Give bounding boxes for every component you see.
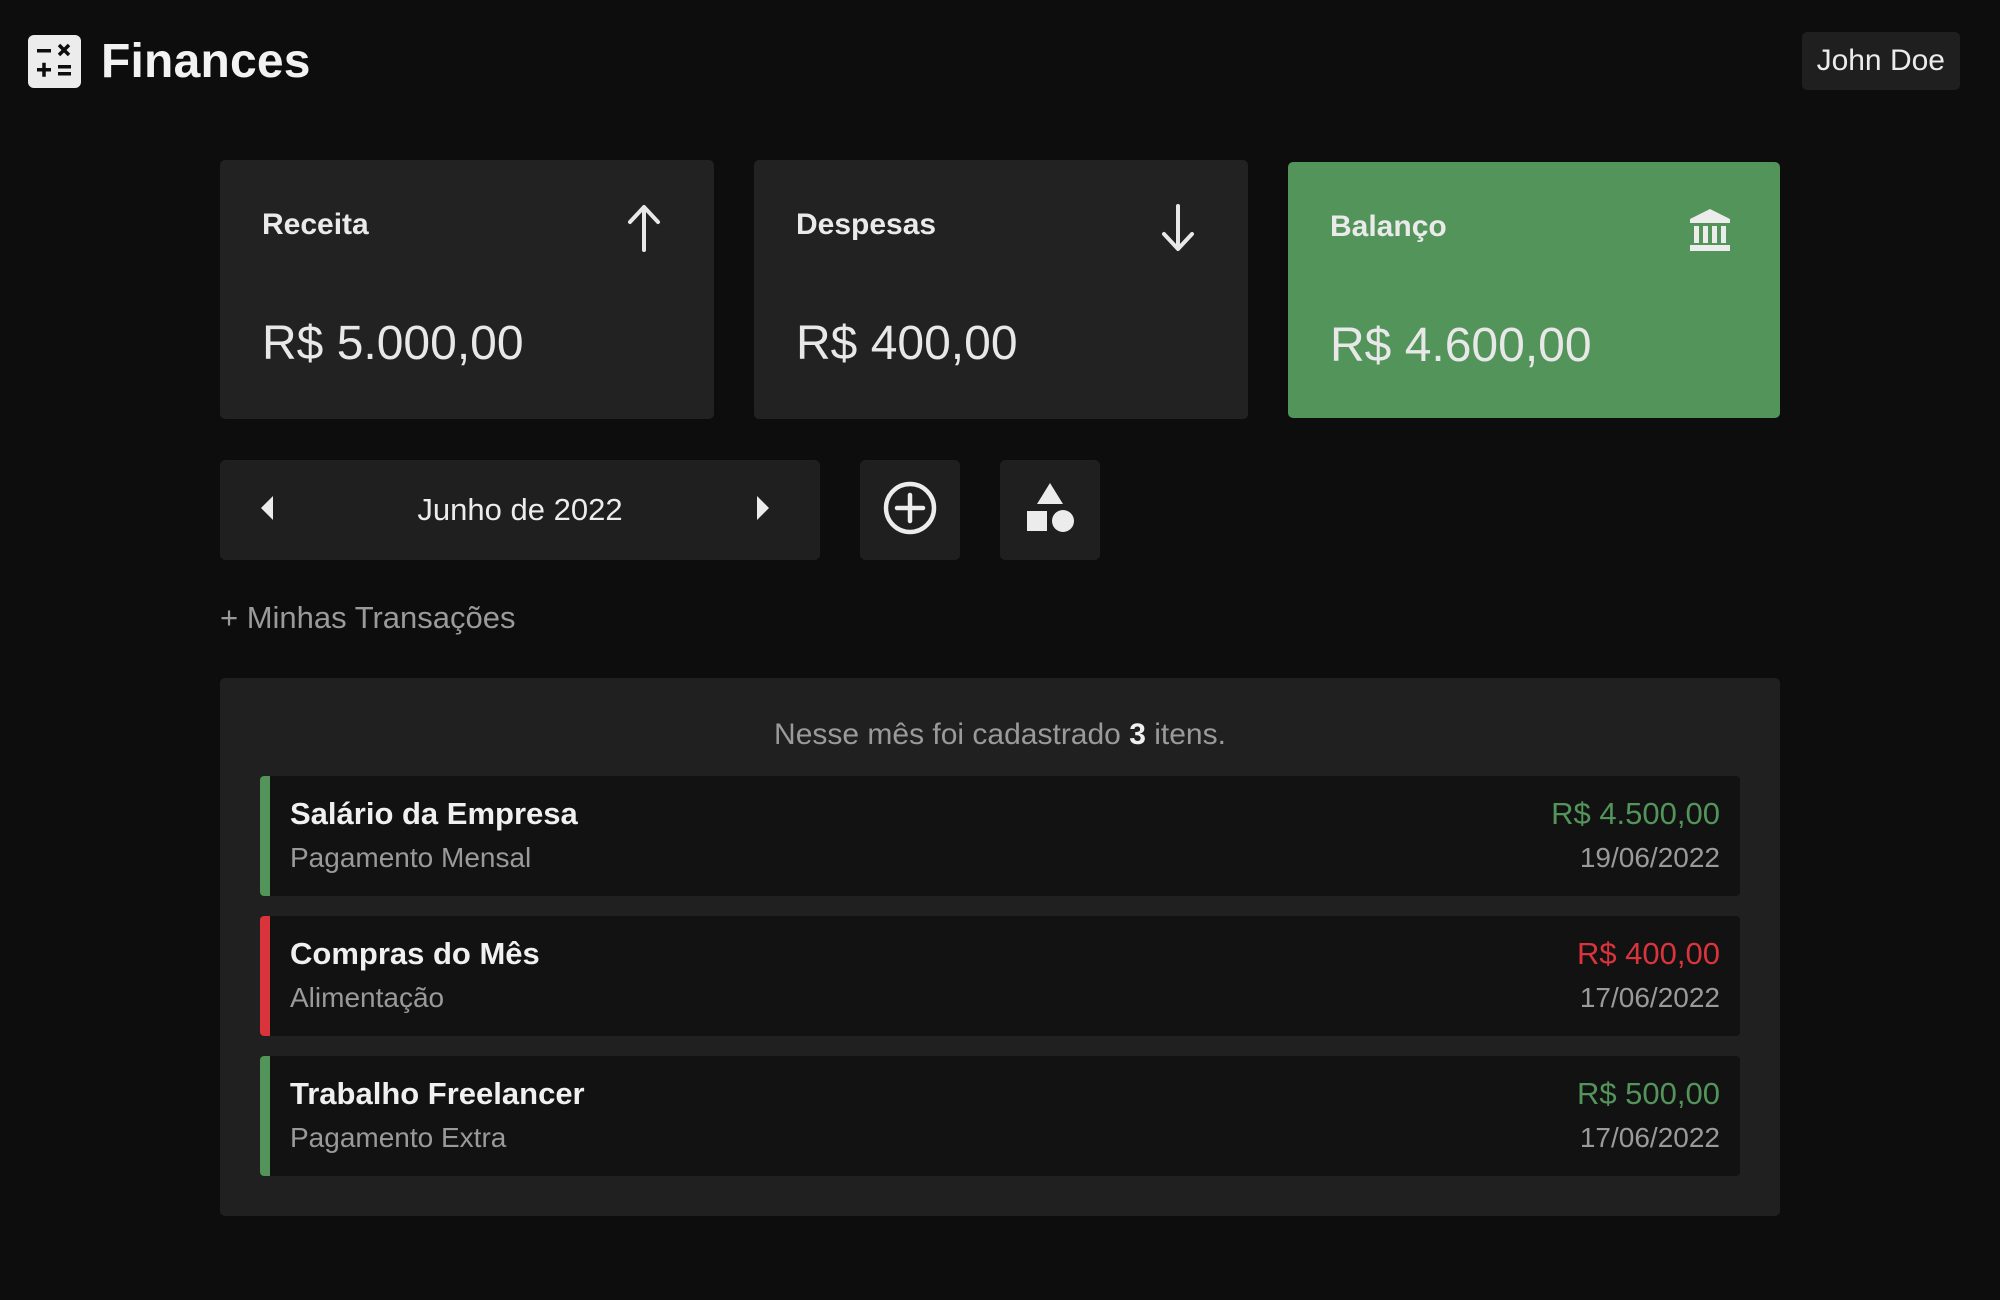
plus-circle-icon: [882, 480, 938, 541]
month-navigator: Junho de 2022: [220, 460, 820, 560]
transaction-category: Alimentação: [290, 982, 445, 1013]
brand[interactable]: Finances: [28, 34, 311, 89]
income-indicator: [260, 1056, 270, 1176]
user-menu-button[interactable]: John Doe: [1801, 32, 1960, 90]
transaction-date: 19/06/2022: [1579, 842, 1720, 873]
summary-prefix: Nesse mês foi cadastrado: [774, 718, 1121, 751]
balance-card: Balanço R$ 4.600,00: [1288, 162, 1780, 418]
transaction-title: Trabalho Freelancer: [290, 1076, 585, 1111]
summary-suffix: itens.: [1154, 718, 1226, 751]
caret-right-icon: [754, 494, 772, 527]
transactions-summary: Nesse mês foi cadastrado 3 itens.: [220, 718, 1780, 752]
shapes-icon: [1022, 480, 1078, 541]
transaction-item[interactable]: Trabalho Freelancer Pagamento Extra R$ 5…: [260, 1056, 1740, 1176]
next-month-button[interactable]: [728, 460, 798, 560]
app-title: Finances: [101, 35, 311, 88]
income-label: Receita: [262, 208, 369, 241]
transaction-date: 17/06/2022: [1579, 982, 1720, 1013]
balance-value: R$ 4.600,00: [1330, 319, 1592, 372]
transaction-item[interactable]: Compras do Mês Alimentação R$ 400,00 17/…: [260, 916, 1740, 1036]
expenses-label: Despesas: [796, 208, 937, 241]
transaction-title: Salário da Empresa: [290, 796, 578, 831]
calculator-icon: [28, 35, 81, 88]
transaction-title: Compras do Mês: [290, 936, 540, 971]
transaction-category: Pagamento Mensal: [290, 842, 532, 873]
bank-icon: [1688, 204, 1732, 256]
transactions-panel: Nesse mês foi cadastrado 3 itens. Salári…: [220, 678, 1780, 1216]
expenses-value: R$ 400,00: [796, 317, 1018, 370]
user-name: John Doe: [1816, 44, 1945, 77]
transaction-item[interactable]: Salário da Empresa Pagamento Mensal R$ 4…: [260, 776, 1740, 896]
my-transactions-link[interactable]: + Minhas Transações: [220, 600, 516, 636]
previous-month-button[interactable]: [232, 460, 302, 560]
income-value: R$ 5.000,00: [262, 317, 524, 370]
transaction-amount: R$ 400,00: [1576, 936, 1720, 971]
transaction-category: Pagamento Extra: [290, 1122, 507, 1153]
caret-left-icon: [258, 494, 276, 527]
income-indicator: [260, 776, 270, 896]
summary-cards: Receita R$ 5.000,00 Despesas R$ 400,00 B…: [220, 160, 1780, 420]
add-transaction-button[interactable]: [860, 460, 960, 560]
app-header: Finances John Doe: [0, 0, 2000, 122]
expense-indicator: [260, 916, 270, 1036]
transaction-amount: R$ 4.500,00: [1551, 796, 1720, 831]
arrow-down-icon: [1156, 202, 1200, 254]
balance-label: Balanço: [1330, 210, 1447, 243]
transaction-date: 17/06/2022: [1579, 1122, 1720, 1153]
expenses-card: Despesas R$ 400,00: [754, 160, 1248, 419]
categories-button[interactable]: [1000, 460, 1100, 560]
transaction-amount: R$ 500,00: [1576, 1076, 1720, 1111]
transaction-count: 3: [1129, 718, 1146, 751]
income-card: Receita R$ 5.000,00: [220, 160, 714, 419]
arrow-up-icon: [622, 202, 666, 254]
